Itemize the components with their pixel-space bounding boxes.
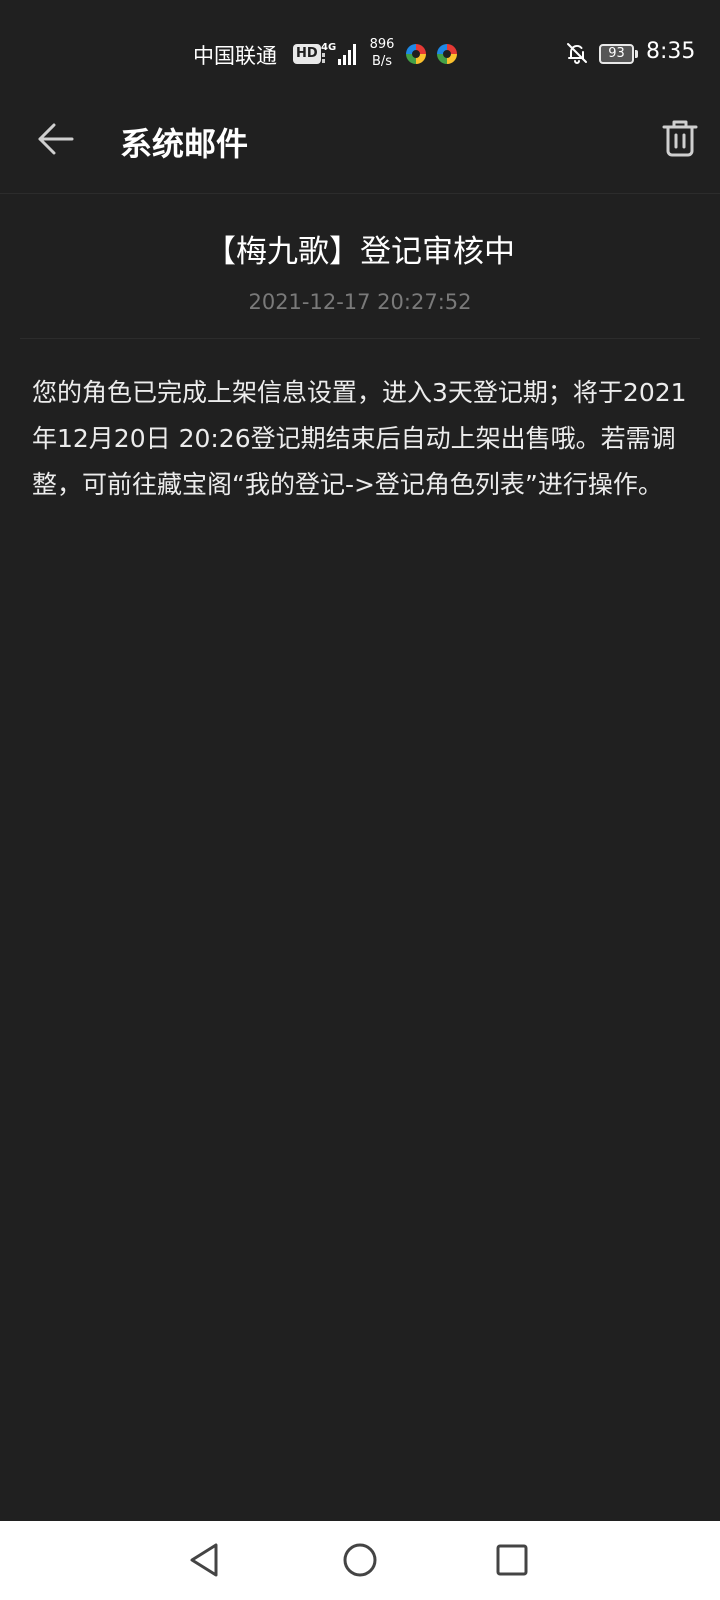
network-speed-value: 896 bbox=[369, 37, 395, 52]
app-icon bbox=[437, 44, 457, 64]
navigation-bar bbox=[0, 1521, 720, 1600]
network-speed: 896 B/s bbox=[367, 36, 397, 70]
signal-icon: 4G bbox=[321, 42, 356, 65]
screen: 中国联通 HD 4G 896 B/s 93 8:35 系统邮件 【梅九歌】登记审… bbox=[0, 0, 720, 1600]
app-icon bbox=[406, 44, 426, 64]
nav-home-button[interactable] bbox=[335, 1535, 385, 1585]
message-title: 【梅九歌】登记审核中 bbox=[205, 234, 515, 270]
bell-off-icon bbox=[567, 43, 587, 64]
nav-home-icon bbox=[343, 1543, 377, 1577]
page-title: 系统邮件 bbox=[120, 125, 249, 163]
delete-button[interactable] bbox=[656, 115, 704, 163]
battery-level: 93 bbox=[608, 46, 625, 61]
network-speed-unit: B/s bbox=[371, 54, 393, 69]
message-header: 【梅九歌】登记审核中 2021-12-17 20:27:52 bbox=[20, 194, 700, 339]
nav-back-button[interactable] bbox=[180, 1535, 230, 1585]
battery-icon: 93 bbox=[599, 44, 639, 64]
status-bar: 中国联通 HD 4G 896 B/s 93 8:35 bbox=[0, 0, 720, 100]
network-type: 4G bbox=[321, 42, 336, 53]
clock: 8:35 bbox=[646, 39, 696, 64]
hd-badge: HD bbox=[293, 44, 321, 64]
message-body: 您的角色已完成上架信息设置，进入3天登记期；将于2021年12月20日 20:2… bbox=[32, 378, 687, 499]
back-button[interactable] bbox=[32, 115, 80, 163]
app-bar: 系统邮件 bbox=[0, 100, 720, 194]
trash-icon bbox=[662, 120, 698, 157]
arrow-left-icon bbox=[38, 123, 74, 155]
nav-back-icon bbox=[190, 1543, 218, 1577]
nav-recents-button[interactable] bbox=[487, 1535, 537, 1585]
message-timestamp: 2021-12-17 20:27:52 bbox=[248, 290, 472, 314]
carrier-name: 中国联通 bbox=[193, 44, 277, 68]
nav-recents-icon bbox=[496, 1544, 528, 1576]
